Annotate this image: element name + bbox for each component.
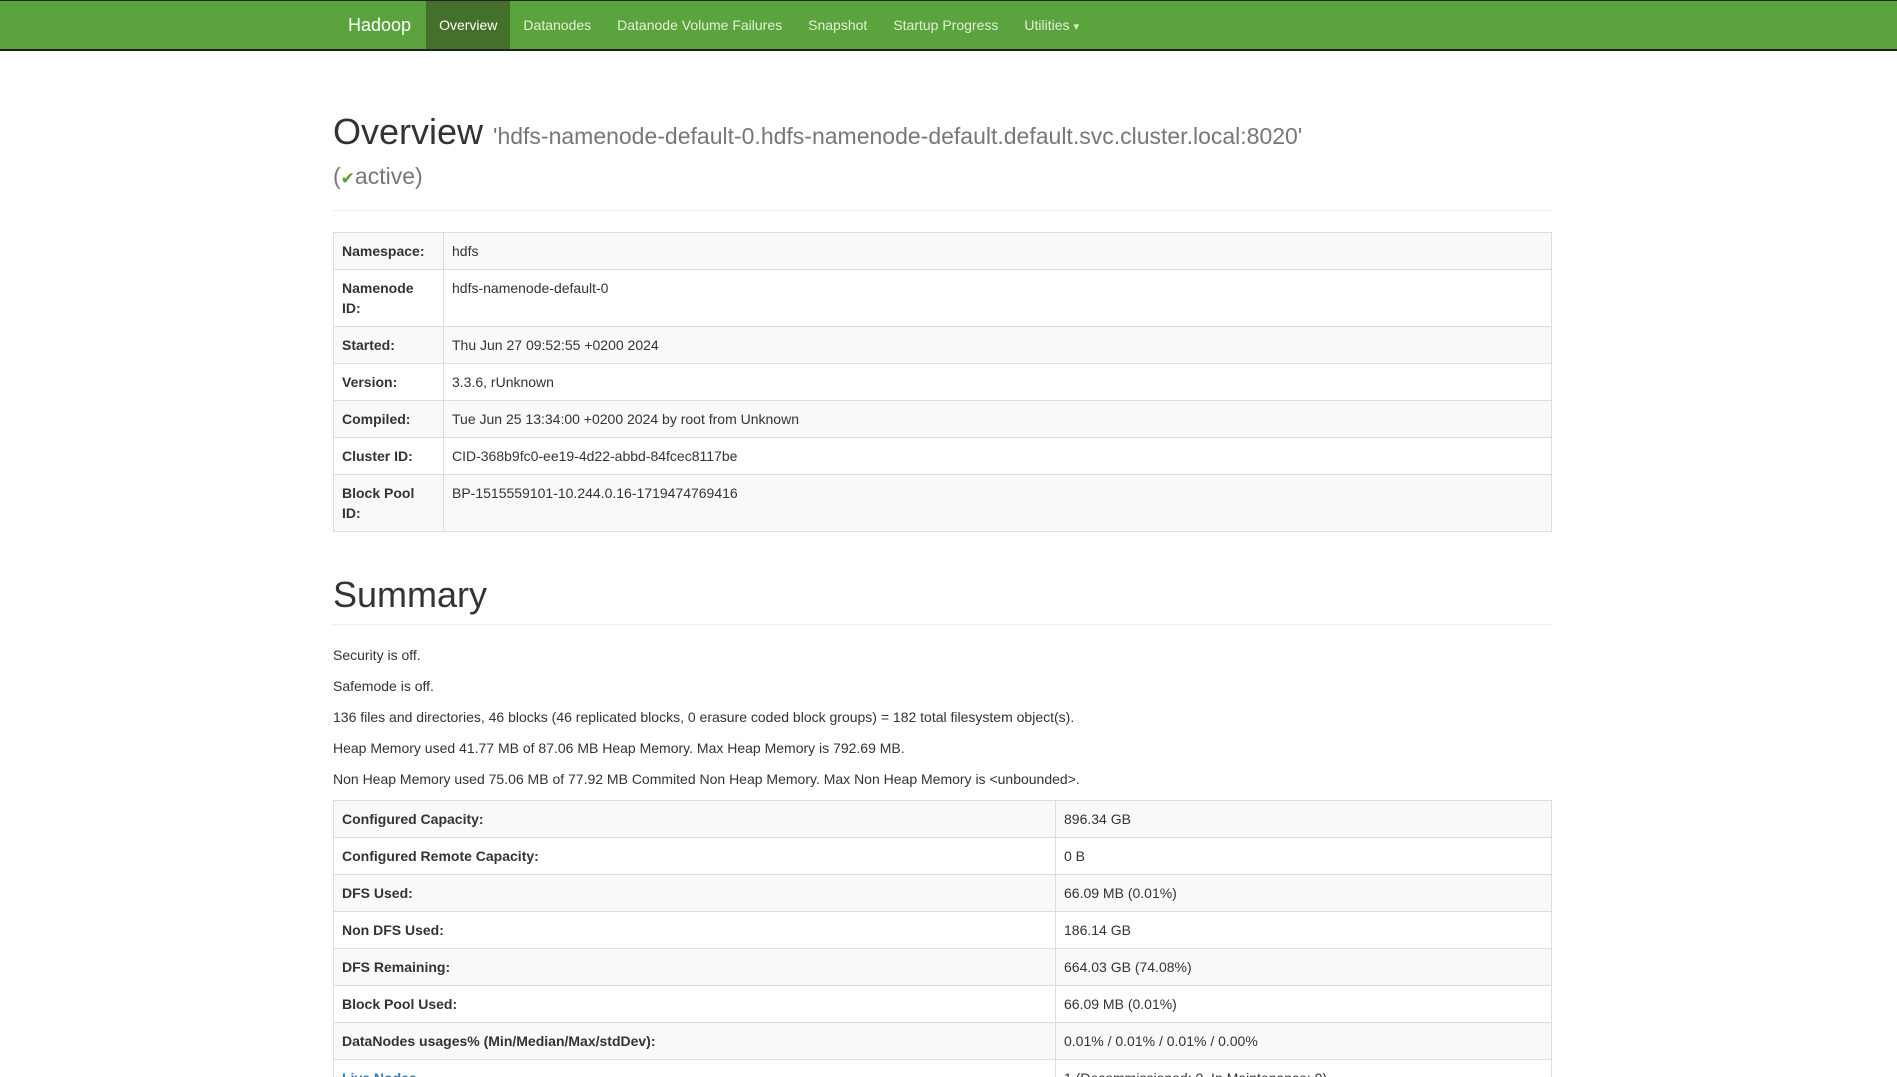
active-check-icon: ✔ [341,169,355,188]
brand-hadoop[interactable]: Hadoop [333,1,426,49]
table-row: Cluster ID:CID-368b9fc0-ee19-4d22-abbd-8… [334,438,1552,475]
row-value: 3.3.6, rUnknown [444,364,1552,401]
row-label: Namespace: [334,233,444,270]
namenode-info-table: Namespace:hdfsNamenode ID:hdfs-namenode-… [333,232,1552,532]
summary-paragraphs: Security is off. Safemode is off. 136 file… [333,645,1552,789]
namenode-status: (✔active) [333,163,423,189]
table-row: Namespace:hdfs [334,233,1552,270]
row-label: Version: [334,364,444,401]
row-value: 66.09 MB (0.01%) [1056,985,1552,1022]
cluster-stats-table: Configured Capacity:896.34 GBConfigured … [333,800,1552,1077]
row-label: DFS Remaining: [334,948,1056,985]
nav-link-startup-progress[interactable]: Startup Progress [880,1,1011,49]
status-label: active) [355,163,423,189]
namenode-address: 'hdfs-namenode-default-0.hdfs-namenode-d… [493,123,1302,149]
table-row: Configured Remote Capacity:0 B [334,837,1552,874]
table-row: Block Pool ID:BP-1515559101-10.244.0.16-… [334,475,1552,532]
nav-link-datanodes[interactable]: Datanodes [510,1,604,49]
row-value: 896.34 GB [1056,800,1552,837]
row-value: 186.14 GB [1056,911,1552,948]
row-value: Thu Jun 27 09:52:55 +0200 2024 [444,327,1552,364]
table-row: Version:3.3.6, rUnknown [334,364,1552,401]
summary-title: Summary [333,575,1552,615]
table-row: Started:Thu Jun 27 09:52:55 +0200 2024 [334,327,1552,364]
nav-item-snapshot: Snapshot [795,1,880,49]
row-label: Compiled: [334,401,444,438]
table-row: Configured Capacity:896.34 GB [334,800,1552,837]
nav-item-datanode-volume-failures: Datanode Volume Failures [604,1,795,49]
row-value: 664.03 GB (74.08%) [1056,948,1552,985]
row-label: Configured Capacity: [334,800,1056,837]
table-row: Namenode ID:hdfs-namenode-default-0 [334,270,1552,327]
row-value: 66.09 MB (0.01%) [1056,874,1552,911]
table-row: DFS Used:66.09 MB (0.01%) [334,874,1552,911]
navbar-inner: Hadoop Overview Datanodes Datanode Volume … [333,1,1897,49]
nav-item-startup-progress: Startup Progress [880,1,1011,49]
row-value: 0 B [1056,837,1552,874]
row-label: Configured Remote Capacity: [334,837,1056,874]
nav-link-datanode-volume-failures[interactable]: Datanode Volume Failures [604,1,795,49]
top-navbar: Hadoop Overview Datanodes Datanode Volume … [0,0,1897,51]
page-title: Overview 'hdfs-namenode-default-0.hdfs-n… [333,112,1552,191]
nav-item-utilities: Utilities ▾ [1011,1,1092,49]
summary-paragraph: 136 files and directories, 46 blocks (46… [333,707,1552,727]
nav-link-overview[interactable]: Overview [426,1,510,49]
nav-link-label: Snapshot [808,17,867,33]
nav-link-label: Overview [439,17,497,33]
table-row: DFS Remaining:664.03 GB (74.08%) [334,948,1552,985]
row-value: BP-1515559101-10.244.0.16-1719474769416 [444,475,1552,532]
nav-item-overview: Overview [426,1,510,49]
row-label: Block Pool ID: [334,475,444,532]
caret-down-icon: ▾ [1074,3,1080,51]
table-row: Live Nodes 1 (Decommissioned: 0, In Maint… [334,1059,1552,1077]
summary-paragraph: Safemode is off. [333,676,1552,696]
row-label: Cluster ID: [334,438,444,475]
row-label: Non DFS Used: [334,911,1056,948]
nav-link-label: Startup Progress [893,17,998,33]
page-title-text: Overview [333,111,483,152]
summary-paragraph: Heap Memory used 41.77 MB of 87.06 MB He… [333,738,1552,758]
row-value: hdfs-namenode-default-0 [444,270,1552,327]
summary-paragraph: Non Heap Memory used 75.06 MB of 77.92 M… [333,769,1552,789]
summary-paragraph: Security is off. [333,645,1552,665]
row-value: 0.01% / 0.01% / 0.01% / 0.00% [1056,1022,1552,1059]
row-value: CID-368b9fc0-ee19-4d22-abbd-84fcec8117be [444,438,1552,475]
row-label: Namenode ID: [334,270,444,327]
nav-link-label: Datanodes [523,17,591,33]
row-label: Block Pool Used: [334,985,1056,1022]
nav-link-label: Datanode Volume Failures [617,17,782,33]
row-label: DataNodes usages% (Min/Median/Max/stdDev… [334,1022,1056,1059]
row-value: Tue Jun 25 13:34:00 +0200 2024 by root f… [444,401,1552,438]
status-open-paren: ( [333,163,341,189]
row-value: hdfs [444,233,1552,270]
nav-link-label: Utilities [1024,17,1069,33]
main-nav: Overview Datanodes Datanode Volume Failure… [426,1,1092,49]
summary-header: Summary [333,575,1552,625]
row-label: Started: [334,327,444,364]
nav-link-snapshot[interactable]: Snapshot [795,1,880,49]
table-row: Non DFS Used:186.14 GB [334,911,1552,948]
nav-item-datanodes: Datanodes [510,1,604,49]
row-label: Live Nodes [334,1059,1056,1077]
table-row: Block Pool Used:66.09 MB (0.01%) [334,985,1552,1022]
live-nodes-link[interactable]: Live Nodes [342,1070,417,1077]
table-row: DataNodes usages% (Min/Median/Max/stdDev… [334,1022,1552,1059]
overview-header: Overview 'hdfs-namenode-default-0.hdfs-n… [333,112,1552,211]
nav-link-utilities[interactable]: Utilities ▾ [1011,1,1092,49]
row-label: DFS Used: [334,874,1056,911]
table-row: Compiled:Tue Jun 25 13:34:00 +0200 2024 … [334,401,1552,438]
row-value: 1 (Decommissioned: 0, In Maintenance: 0) [1056,1059,1552,1077]
main-content: Overview 'hdfs-namenode-default-0.hdfs-n… [333,112,1552,1077]
